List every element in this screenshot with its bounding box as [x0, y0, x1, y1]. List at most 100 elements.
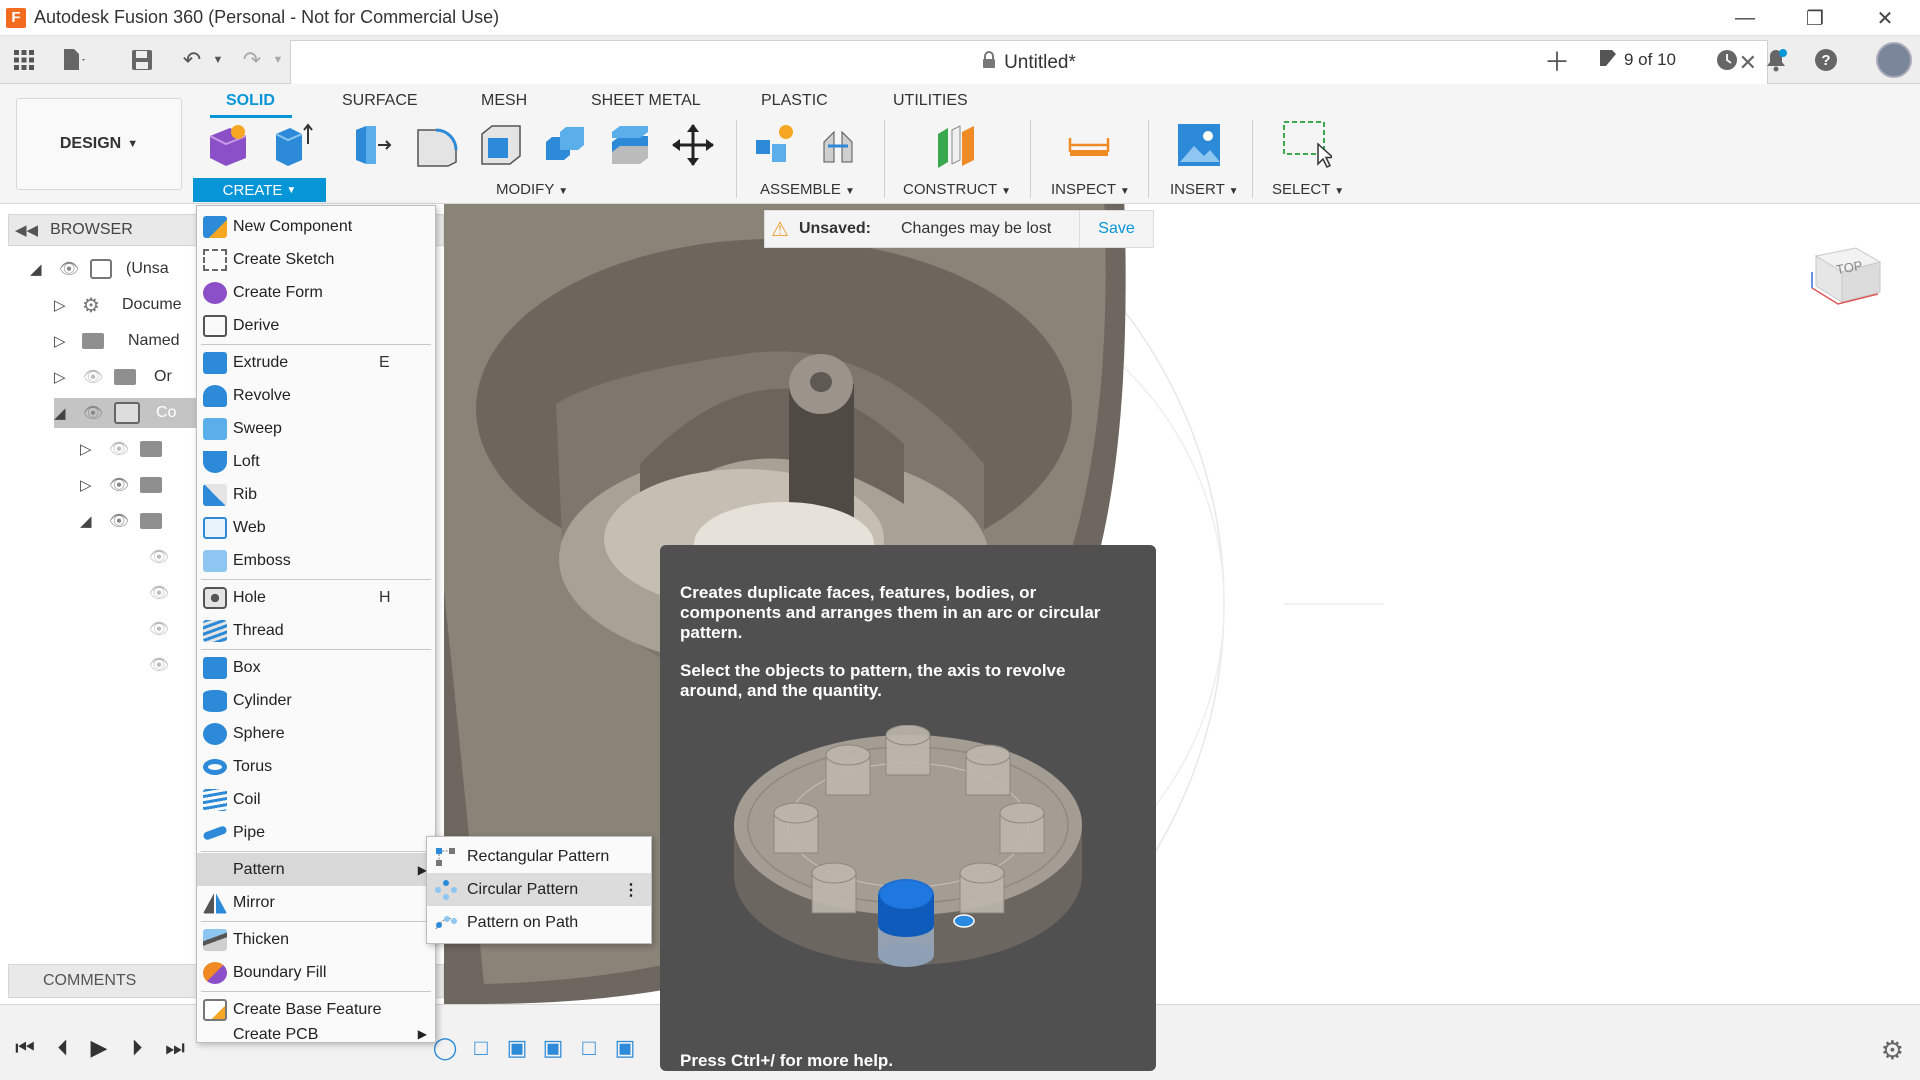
expanded-triangle-icon[interactable]: ◢: [80, 512, 100, 530]
step-forward-icon[interactable]: ⏵: [124, 1035, 150, 1061]
menu-item-new-component[interactable]: New Component: [197, 210, 435, 243]
menu-item-derive[interactable]: Derive: [197, 309, 435, 342]
insert-image-tool-icon[interactable]: [1176, 122, 1222, 168]
clock-icon[interactable]: [1715, 44, 1739, 76]
menu-item-rib[interactable]: Rib: [197, 478, 435, 511]
menu-item-sphere[interactable]: Sphere: [197, 717, 435, 750]
construct-group-button[interactable]: CONSTRUCT ▼: [903, 181, 1011, 198]
menu-item-thicken[interactable]: Thicken: [197, 923, 435, 956]
tree-row-child-3[interactable]: ◢ 👁: [80, 506, 170, 536]
menu-item-thread[interactable]: Thread: [197, 614, 435, 647]
eye-icon[interactable]: 👁: [106, 475, 132, 495]
view-cube[interactable]: TOP: [1808, 236, 1884, 320]
go-to-end-icon[interactable]: ⏭: [162, 1035, 188, 1061]
save-icon[interactable]: [128, 46, 156, 74]
collapsed-triangle-icon[interactable]: ▷: [80, 476, 100, 494]
move-copy-tool-icon[interactable]: [670, 122, 716, 168]
menu-item-torus[interactable]: Torus: [197, 750, 435, 783]
menu-item-create-sketch[interactable]: Create Sketch: [197, 243, 435, 276]
save-button[interactable]: Save: [1079, 211, 1153, 247]
tab-utilities[interactable]: UTILITIES: [893, 92, 968, 110]
eye-icon[interactable]: 👁: [106, 511, 132, 531]
tab-solid[interactable]: SOLID: [226, 92, 275, 110]
create-form-tool-icon[interactable]: [204, 122, 250, 168]
workspace-switcher[interactable]: DESIGN ▼: [16, 98, 182, 190]
create-group-button[interactable]: CREATE ▼: [193, 178, 326, 202]
tree-row-document-settings[interactable]: ▷ ⚙ Docume: [54, 290, 182, 320]
hidden-eye-icon[interactable]: 👁: [146, 655, 172, 675]
joint-tool-icon[interactable]: [818, 122, 864, 168]
offset-face-tool-icon[interactable]: [606, 122, 652, 168]
menu-item-extrude[interactable]: Extrude E: [197, 346, 435, 379]
collapsed-triangle-icon[interactable]: ▷: [54, 296, 74, 314]
collapse-panel-icon[interactable]: ◀◀: [15, 221, 38, 239]
job-status[interactable]: 9 of 10: [1598, 44, 1676, 76]
menu-item-cylinder[interactable]: Cylinder: [197, 684, 435, 717]
fillet-tool-icon[interactable]: [414, 122, 460, 168]
menu-item-mirror[interactable]: Mirror: [197, 886, 435, 919]
redo-dropdown-icon[interactable]: ▼: [264, 46, 292, 74]
eye-icon[interactable]: 👁: [80, 403, 106, 423]
timeline-feature-icon[interactable]: ▣: [612, 1035, 638, 1061]
go-to-start-icon[interactable]: ⏮: [12, 1035, 38, 1061]
combine-tool-icon[interactable]: [542, 122, 588, 168]
menu-item-coil[interactable]: Coil: [197, 783, 435, 816]
menu-item-boundary-fill[interactable]: Boundary Fill: [197, 956, 435, 989]
menu-item-create-form[interactable]: Create Form: [197, 276, 435, 309]
timeline-settings-gear-icon[interactable]: ⚙: [1881, 1035, 1904, 1066]
tree-row-sketch-3[interactable]: 👁: [146, 614, 172, 644]
timeline-feature-icon[interactable]: ▣: [504, 1035, 530, 1061]
inspect-group-button[interactable]: INSPECT ▼: [1051, 181, 1130, 198]
menu-item-pattern[interactable]: Pattern ▶: [197, 853, 435, 886]
shell-tool-icon[interactable]: [478, 122, 524, 168]
notifications-bell-icon[interactable]: [1765, 44, 1787, 76]
tree-row-child-1[interactable]: ▷ 👁: [80, 434, 170, 464]
menu-item-emboss[interactable]: Emboss: [197, 544, 435, 577]
menu-item-create-pcb[interactable]: Create PCB ▶: [197, 1026, 435, 1043]
step-back-icon[interactable]: ⏴: [50, 1035, 76, 1061]
assemble-group-button[interactable]: ASSEMBLE ▼: [760, 181, 855, 198]
menu-item-loft[interactable]: Loft: [197, 445, 435, 478]
close-button[interactable]: ✕: [1850, 0, 1920, 36]
new-component-tool-icon[interactable]: [268, 122, 314, 168]
measure-tool-icon[interactable]: [1066, 122, 1112, 168]
tab-sheet-metal[interactable]: SHEET METAL: [591, 92, 701, 110]
tree-row-named-views[interactable]: ▷ Named: [54, 326, 180, 356]
eye-icon[interactable]: 👁: [56, 259, 82, 279]
tree-row-sketch-1[interactable]: 👁: [146, 542, 172, 572]
tree-row-sketch-2[interactable]: 👁: [146, 578, 172, 608]
hidden-eye-icon[interactable]: 👁: [146, 547, 172, 567]
hidden-eye-icon[interactable]: 👁: [146, 583, 172, 603]
expanded-triangle-icon[interactable]: ◢: [30, 260, 50, 278]
minimize-button[interactable]: —: [1710, 0, 1780, 36]
help-icon[interactable]: ?: [1814, 44, 1838, 76]
tree-row-root[interactable]: ◢ 👁 (Unsa: [30, 254, 169, 284]
hidden-eye-icon[interactable]: 👁: [106, 439, 132, 459]
select-tool-icon[interactable]: [1282, 120, 1335, 169]
submenu-item-pattern-on-path[interactable]: Pattern on Path: [427, 906, 651, 939]
more-options-icon[interactable]: ⋮: [623, 880, 639, 900]
play-icon[interactable]: ▶: [86, 1035, 112, 1061]
menu-item-create-base-feature[interactable]: Create Base Feature: [197, 993, 435, 1026]
menu-item-pipe[interactable]: Pipe: [197, 816, 435, 849]
collapsed-triangle-icon[interactable]: ▷: [80, 440, 100, 458]
data-panel-grid-icon[interactable]: [10, 46, 38, 74]
close-tab-icon[interactable]: ✕: [1739, 50, 1757, 76]
menu-item-web[interactable]: Web: [197, 511, 435, 544]
tree-row-sketch-4[interactable]: 👁: [146, 650, 172, 680]
insert-group-button[interactable]: INSERT ▼: [1170, 181, 1239, 198]
tab-mesh[interactable]: MESH: [481, 92, 527, 110]
menu-item-revolve[interactable]: Revolve: [197, 379, 435, 412]
redo-icon[interactable]: ↷: [238, 46, 266, 74]
user-avatar[interactable]: [1876, 42, 1912, 78]
new-component-assemble-icon[interactable]: [752, 122, 798, 168]
undo-icon[interactable]: ↶: [178, 46, 206, 74]
press-pull-tool-icon[interactable]: [350, 122, 396, 168]
undo-dropdown-icon[interactable]: ▼: [204, 46, 232, 74]
submenu-item-circular-pattern[interactable]: Circular Pattern ⋮: [427, 873, 651, 906]
modify-group-button[interactable]: MODIFY ▼: [496, 181, 568, 198]
submenu-item-rectangular-pattern[interactable]: Rectangular Pattern: [427, 840, 651, 873]
collapsed-triangle-icon[interactable]: ▷: [54, 332, 74, 350]
new-tab-icon[interactable]: ＋: [1544, 44, 1570, 77]
hidden-eye-icon[interactable]: 👁: [146, 619, 172, 639]
